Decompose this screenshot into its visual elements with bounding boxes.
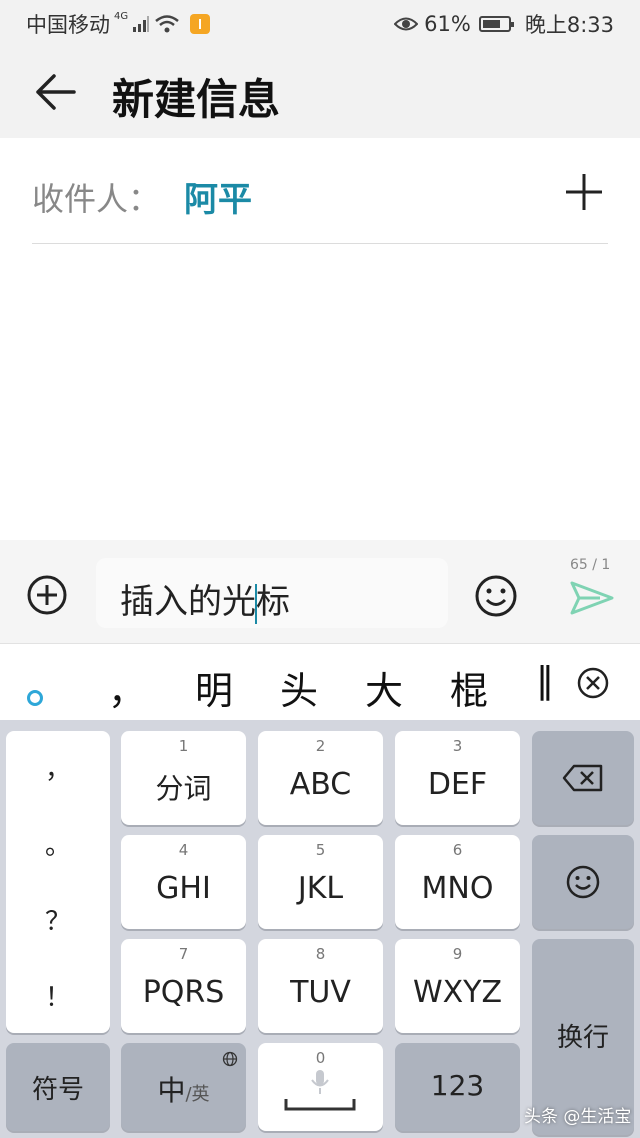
key-4[interactable]: 4 GHI <box>121 835 246 929</box>
key-label: PQRS <box>142 975 225 1010</box>
wifi-icon <box>155 15 179 33</box>
key-number: 2 <box>315 737 326 755</box>
add-recipient-button[interactable] <box>564 172 604 212</box>
enter-key-label: 换行 <box>556 1023 609 1053</box>
key-8[interactable]: 8 TUV <box>258 939 383 1033</box>
key-label: DEF <box>427 767 488 802</box>
page-title: 新建信息 <box>112 75 281 124</box>
punct-comma-key[interactable]: ， <box>6 749 110 786</box>
watermark: 头条 @生活宝 <box>524 1107 632 1127</box>
smiley-icon <box>566 865 600 899</box>
compose-bar: 插入的光标 65 / 1 <box>0 540 640 644</box>
punct-exclaim-key[interactable]: ！ <box>6 977 110 1014</box>
key-label: WXYZ <box>412 975 503 1010</box>
key-number: 1 <box>178 737 189 755</box>
key-number: 9 <box>452 945 463 963</box>
notification-icon <box>190 14 211 34</box>
space-key[interactable]: 0 <box>258 1043 383 1131</box>
key-3[interactable]: 3 DEF <box>395 731 520 825</box>
key-5[interactable]: 5 JKL <box>258 835 383 929</box>
message-input[interactable]: 插入的光标 <box>96 558 448 628</box>
key-number: 3 <box>452 737 463 755</box>
sms-counter: 65 / 1 <box>570 557 611 573</box>
keyboard: ， 。 ？ ！ 1 分词 2 ABC 3 DEF 4 GHI 5 JKL 6 M… <box>0 720 640 1138</box>
microphone-icon <box>311 1070 329 1094</box>
arrow-left-icon <box>36 74 76 110</box>
lang-main-label: 中 <box>157 1074 186 1107</box>
punct-period-key[interactable]: 。 <box>6 825 110 862</box>
keyboard-emoji-key[interactable] <box>532 835 634 929</box>
key-number: 4 <box>178 841 189 859</box>
back-button[interactable] <box>30 70 82 114</box>
attach-button[interactable] <box>26 574 68 616</box>
candidate-bar: ， 明 头 大 棍 ‖ <box>0 644 640 720</box>
app-header: 新建信息 <box>0 44 640 138</box>
numbers-key[interactable]: 123 <box>395 1043 520 1131</box>
key-6[interactable]: 6 MNO <box>395 835 520 929</box>
language-switch-key[interactable]: 中/英 <box>121 1043 246 1131</box>
candidate-item[interactable]: 棍 <box>450 660 488 715</box>
key-number: 6 <box>452 841 463 859</box>
key-9[interactable]: 9 WXYZ <box>395 939 520 1033</box>
key-7[interactable]: 7 PQRS <box>121 939 246 1033</box>
candidate-item[interactable]: 明 <box>195 660 233 715</box>
language-switch-label: 中/英 <box>121 1069 246 1109</box>
smiley-icon <box>475 575 517 617</box>
candidate-item[interactable]: 大 <box>365 660 403 715</box>
send-icon <box>570 581 614 615</box>
candidate-expand-button[interactable]: ‖ <box>536 660 554 701</box>
emoji-button[interactable] <box>474 574 518 618</box>
backspace-key[interactable] <box>532 731 634 825</box>
key-1[interactable]: 1 分词 <box>121 731 246 825</box>
symbols-key-label: 符号 <box>31 1075 84 1105</box>
candidate-period[interactable] <box>27 690 43 706</box>
key-label: GHI <box>156 871 211 906</box>
punctuation-column: ， 。 ？ ！ <box>6 731 110 1033</box>
key-label: 分词 <box>155 772 212 805</box>
clock: 晚上8:33 <box>524 13 614 37</box>
key-label: JKL <box>297 871 344 906</box>
signal-icon <box>133 16 150 32</box>
message-text-after-cursor: 标 <box>256 582 290 622</box>
carrier-label: 中国移动 <box>26 13 110 37</box>
key-number: 7 <box>178 945 189 963</box>
plus-icon <box>566 174 602 210</box>
candidate-item[interactable]: 头 <box>280 660 318 715</box>
key-number: 8 <box>315 945 326 963</box>
lang-sub-label: /英 <box>185 1084 210 1105</box>
key-label: MNO <box>421 871 494 906</box>
recipient-row[interactable]: 收件人： 阿平 <box>32 138 608 244</box>
key-label: ABC <box>289 767 352 802</box>
battery-icon <box>478 16 514 32</box>
close-circle-icon[interactable] <box>576 666 610 700</box>
globe-icon <box>222 1051 238 1067</box>
numbers-key-label: 123 <box>430 1069 485 1102</box>
recipient-label: 收件人： <box>32 180 161 218</box>
message-text-before-cursor: 插入的光 <box>120 582 256 622</box>
key-2[interactable]: 2 ABC <box>258 731 383 825</box>
network-label: 4G <box>114 10 129 22</box>
punct-question-key[interactable]: ？ <box>6 901 110 938</box>
symbols-key[interactable]: 符号 <box>6 1043 110 1131</box>
battery-percent: 61% <box>424 12 471 36</box>
key-number: 5 <box>315 841 326 859</box>
eye-comfort-icon <box>394 17 419 31</box>
send-button[interactable] <box>570 580 614 616</box>
candidate-item[interactable]: ， <box>108 660 146 715</box>
key-number: 0 <box>315 1049 326 1067</box>
status-bar: 中国移动 4G 61% 晚上8:33 <box>0 0 640 44</box>
backspace-icon <box>562 764 603 792</box>
recipient-chip[interactable]: 阿平 <box>184 172 252 221</box>
plus-circle-icon <box>27 575 67 615</box>
key-label: TUV <box>290 975 351 1010</box>
space-bar-icon <box>284 1099 356 1111</box>
